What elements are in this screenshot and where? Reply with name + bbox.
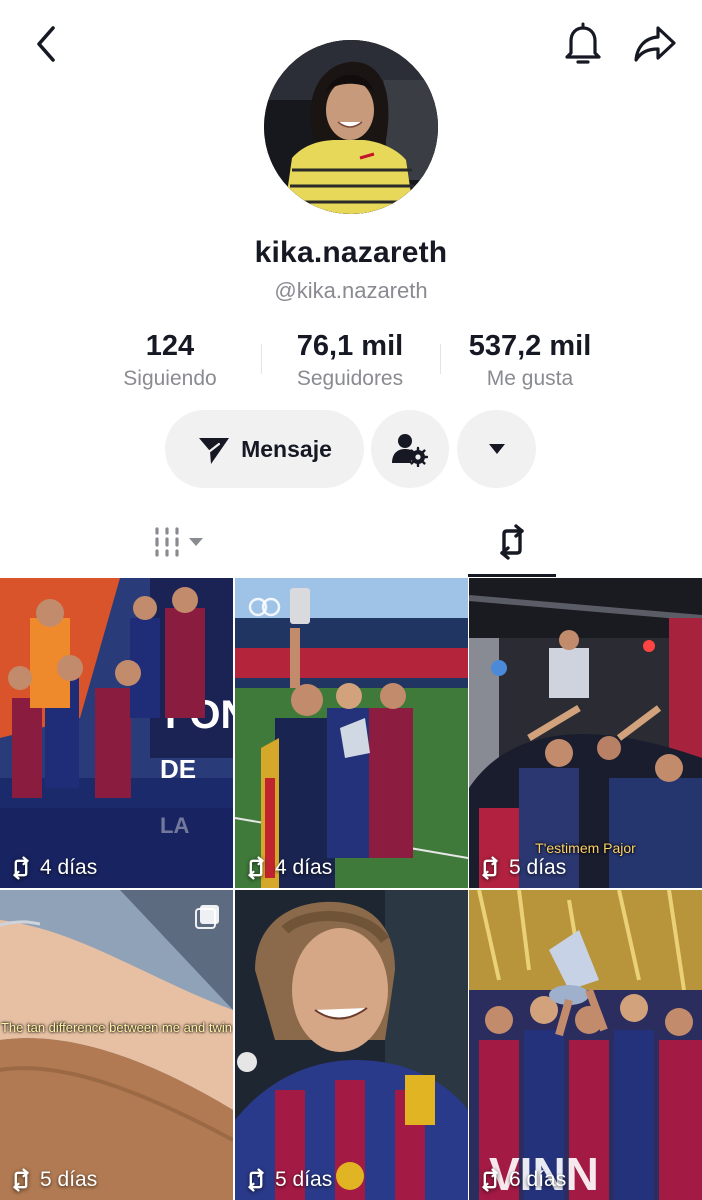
post-thumbnail[interactable]: 5 días [235, 890, 468, 1200]
post-thumbnail[interactable]: The tan difference between me and twin 5… [0, 890, 233, 1200]
chevron-left-icon [37, 26, 55, 62]
notifications-button[interactable] [560, 20, 606, 68]
caret-down-icon [488, 444, 505, 454]
post-image: VINN [469, 890, 702, 1200]
post-overlay-text: T'estimem Pajor [535, 840, 636, 856]
repost-icon [13, 1168, 29, 1192]
post-image [235, 890, 468, 1200]
more-options-button[interactable] [457, 410, 536, 488]
content-tabs [0, 506, 702, 578]
message-button-label: Mensaje [241, 435, 332, 462]
profile-handle: @kika.nazareth [274, 278, 428, 303]
bell-icon [565, 22, 601, 64]
avatar[interactable] [264, 40, 438, 214]
post-time: 5 días [40, 1168, 98, 1191]
post-overlay-text: The tan difference between me and twin [0, 1020, 233, 1035]
post-thumbnail[interactable]: VINN 6 días [469, 890, 702, 1200]
stat-following[interactable]: 124 Siguiendo [80, 330, 260, 391]
post-time: 4 días [40, 856, 98, 879]
stat-following-value: 124 [145, 330, 195, 362]
share-button[interactable] [630, 20, 680, 68]
repost-icon [248, 1168, 264, 1192]
repost-icon [482, 856, 498, 880]
repost-icon [482, 1168, 498, 1192]
tab-videos[interactable] [120, 506, 240, 578]
stat-followers-label: Seguidores [296, 367, 404, 390]
svg-text:DE: DE [160, 754, 196, 784]
back-button[interactable] [24, 22, 68, 66]
post-thumbnail[interactable]: 4 días [235, 578, 468, 888]
post-time: 4 días [275, 856, 333, 879]
photo-icon [195, 905, 219, 929]
repost-icon [248, 856, 264, 880]
paper-plane-icon [199, 438, 230, 464]
post-meta: 4 días [8, 856, 97, 880]
video-grid-icon [155, 527, 203, 557]
profile-stats: 124 Siguiendo 76,1 mil Seguidores 537,2 … [80, 330, 620, 400]
share-arrow-icon [634, 26, 676, 62]
user-gear-icon [392, 434, 428, 467]
stat-likes-label: Me gusta [486, 367, 574, 390]
post-image [0, 890, 233, 1200]
stat-followers[interactable]: 76,1 mil Seguidores [260, 330, 440, 391]
active-tab-indicator [468, 574, 556, 577]
stat-followers-value: 76,1 mil [296, 330, 404, 362]
stat-following-label: Siguiendo [123, 367, 217, 390]
post-meta: 5 días [243, 1168, 332, 1192]
carousel-icon [248, 597, 281, 617]
post-time: 5 días [275, 1168, 333, 1191]
tab-reposts[interactable] [468, 506, 556, 578]
stat-likes-value: 537,2 mil [468, 330, 592, 362]
post-thumbnail[interactable]: FON DE LA 4 días [0, 578, 233, 888]
post-meta: 5 días [477, 856, 566, 880]
chevron-down-icon [189, 538, 203, 546]
reposts-grid: FON DE LA 4 días [0, 578, 702, 1200]
post-meta: 4 días [243, 856, 332, 880]
stat-likes[interactable]: 537,2 mil Me gusta [440, 330, 620, 391]
user-settings-button[interactable] [371, 410, 449, 488]
post-meta: 5 días [8, 1168, 97, 1192]
post-image [235, 578, 468, 888]
post-time: 5 días [509, 856, 567, 879]
post-time: 6 días [509, 1168, 567, 1191]
post-thumbnail[interactable]: T'estimem Pajor 5 días [469, 578, 702, 888]
message-button[interactable]: Mensaje [165, 410, 364, 488]
post-meta: 6 días [477, 1168, 566, 1192]
profile-username: kika.nazareth [254, 236, 448, 269]
profile-actions: Mensaje [0, 410, 702, 490]
repost-icon [500, 524, 524, 560]
post-image: FON DE LA [0, 578, 233, 888]
repost-icon [13, 856, 29, 880]
